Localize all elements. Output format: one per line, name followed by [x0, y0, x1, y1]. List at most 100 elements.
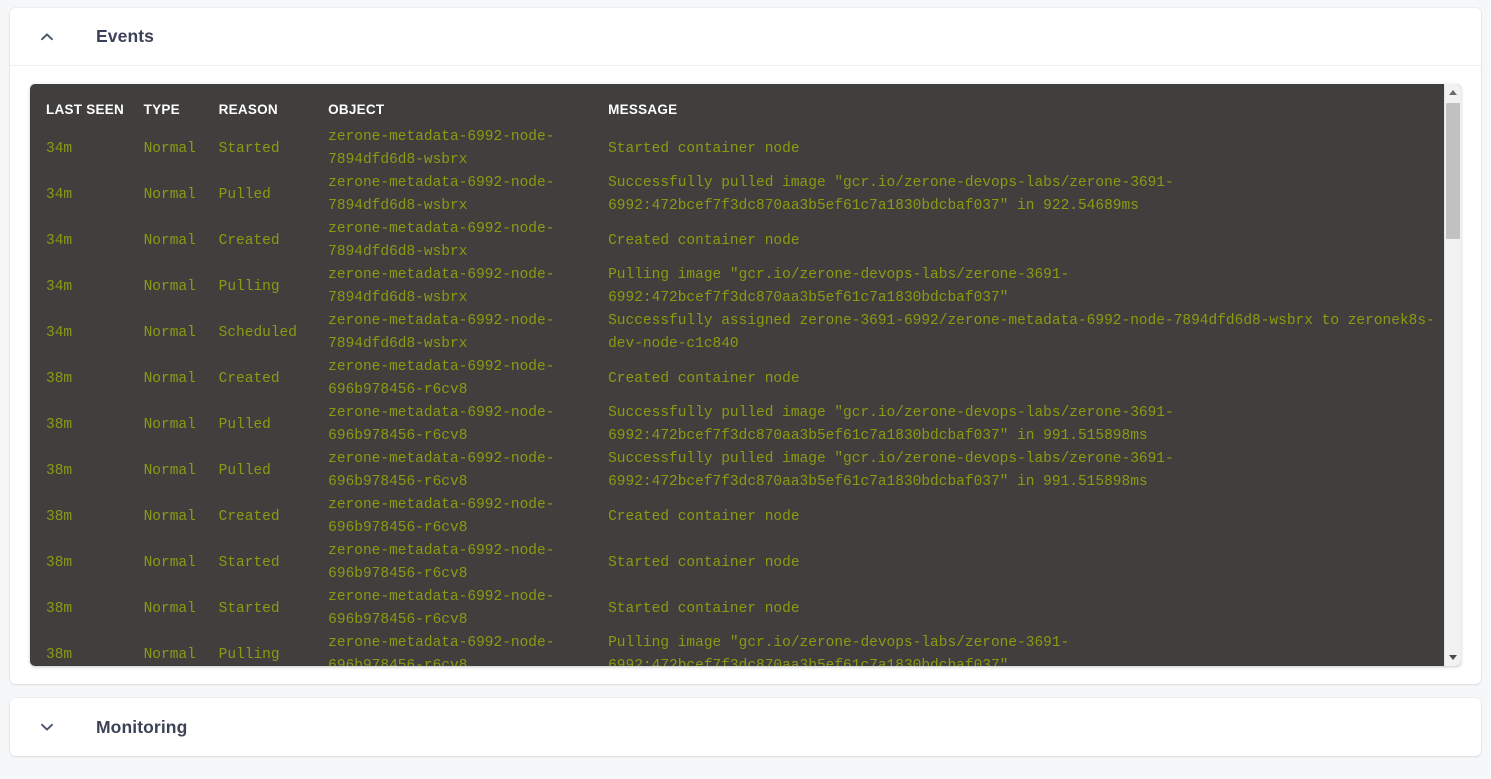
cell-object: zerone-metadata-6992-node-696b978456-r6c…: [328, 540, 608, 586]
cell-reason-text: Pulled: [218, 462, 271, 479]
cell-last-seen: 38m: [30, 494, 144, 540]
events-header-row: LAST SEEN TYPE REASON OBJECT MESSAGE: [30, 84, 1450, 126]
scroll-down-arrow-glyph: [1449, 655, 1457, 660]
cell-last-seen-text: 34m: [46, 324, 73, 341]
cell-reason: Started: [219, 586, 329, 632]
cell-type-text: Normal: [143, 186, 196, 203]
cell-type: Normal: [144, 172, 219, 218]
cell-type-text: Normal: [143, 462, 196, 479]
cell-last-seen: 38m: [30, 448, 144, 494]
cell-object-text: zerone-metadata-6992-node-696b978456-r6c…: [328, 543, 555, 582]
cell-object: zerone-metadata-6992-node-696b978456-r6c…: [328, 632, 608, 666]
table-row[interactable]: 34m Normal Pulling zerone-metadata-6992-nod…: [30, 264, 1450, 310]
column-header-message: MESSAGE: [608, 102, 678, 117]
cell-type: Normal: [144, 310, 219, 356]
cell-message: Created container node: [608, 218, 1450, 264]
cell-type: Normal: [144, 448, 219, 494]
cell-object-text: zerone-metadata-6992-node-696b978456-r6c…: [328, 405, 555, 444]
table-row[interactable]: 38m Normal Pulled zerone-metadata-6992-node…: [30, 448, 1450, 494]
table-row[interactable]: 38m Normal Pulling zerone-metadata-6992-nod…: [30, 632, 1450, 666]
cell-message-text: Started container node: [608, 554, 800, 571]
cell-type-text: Normal: [143, 232, 196, 249]
events-section-body: LAST SEEN TYPE REASON OBJECT MESSAGE 34m…: [10, 66, 1481, 684]
cell-last-seen: 34m: [30, 310, 144, 356]
table-row[interactable]: 34m Normal Scheduled zerone-metadata-6992-n…: [30, 310, 1450, 356]
cell-type: Normal: [144, 540, 219, 586]
cell-reason-text: Started: [218, 140, 280, 157]
events-table: LAST SEEN TYPE REASON OBJECT MESSAGE 34m…: [30, 84, 1450, 666]
cell-reason-text: Pulled: [218, 416, 271, 433]
table-row[interactable]: 38m Normal Pulled zerone-metadata-6992-node…: [30, 402, 1450, 448]
cell-reason-text: Started: [218, 554, 280, 571]
chevron-up-icon[interactable]: [36, 26, 58, 48]
cell-type-text: Normal: [143, 370, 196, 387]
scroll-up-arrow-glyph: [1449, 90, 1457, 95]
table-row[interactable]: 34m Normal Started zerone-metadata-6992-nod…: [30, 126, 1450, 172]
cell-object: zerone-metadata-6992-node-7894dfd6d8-wsb…: [328, 264, 608, 310]
cell-type-text: Normal: [143, 646, 196, 663]
scroll-up-arrow-icon[interactable]: [1445, 84, 1461, 101]
events-terminal-panel: LAST SEEN TYPE REASON OBJECT MESSAGE 34m…: [30, 84, 1461, 666]
cell-last-seen-text: 34m: [46, 278, 73, 295]
cell-type: Normal: [144, 264, 219, 310]
cell-type-text: Normal: [143, 324, 196, 341]
cell-message-text: Successfully pulled image "gcr.io/zerone…: [608, 405, 1174, 444]
cell-last-seen-text: 38m: [46, 554, 73, 571]
cell-reason: Pulled: [219, 402, 329, 448]
chevron-down-icon[interactable]: [36, 716, 58, 738]
cell-reason: Created: [219, 356, 329, 402]
column-header-reason: REASON: [218, 102, 278, 117]
cell-object: zerone-metadata-6992-node-696b978456-r6c…: [328, 402, 608, 448]
cell-message: Successfully pulled image "gcr.io/zerone…: [608, 172, 1450, 218]
cell-reason-text: Created: [218, 508, 280, 525]
cell-object: zerone-metadata-6992-node-7894dfd6d8-wsb…: [328, 172, 608, 218]
cell-object: zerone-metadata-6992-node-696b978456-r6c…: [328, 494, 608, 540]
cell-reason-text: Scheduled: [218, 324, 297, 341]
cell-object: zerone-metadata-6992-node-696b978456-r6c…: [328, 356, 608, 402]
monitoring-section-header[interactable]: Monitoring: [10, 698, 1481, 756]
monitoring-section-card: Monitoring: [10, 698, 1481, 756]
scroll-down-arrow-icon[interactable]: [1445, 649, 1461, 666]
cell-type-text: Normal: [143, 554, 196, 571]
cell-last-seen: 34m: [30, 172, 144, 218]
cell-message-text: Pulling image "gcr.io/zerone-devops-labs…: [608, 267, 1070, 306]
cell-reason-text: Created: [218, 232, 280, 249]
page-root: Events LAST SEEN TYPE REASON OBJECT MESS…: [0, 0, 1491, 779]
cell-message-text: Successfully pulled image "gcr.io/zerone…: [608, 175, 1174, 214]
cell-reason: Created: [219, 494, 329, 540]
cell-object-text: zerone-metadata-6992-node-7894dfd6d8-wsb…: [328, 175, 555, 214]
cell-message: Started container node: [608, 540, 1450, 586]
cell-last-seen: 38m: [30, 402, 144, 448]
cell-last-seen: 38m: [30, 540, 144, 586]
events-table-head: LAST SEEN TYPE REASON OBJECT MESSAGE: [30, 84, 1450, 126]
cell-reason-text: Pulling: [218, 646, 280, 663]
cell-type-text: Normal: [143, 508, 196, 525]
table-row[interactable]: 38m Normal Started zerone-metadata-6992-nod…: [30, 540, 1450, 586]
table-row[interactable]: 38m Normal Created zerone-metadata-6992-nod…: [30, 356, 1450, 402]
cell-type: Normal: [144, 126, 219, 172]
table-row[interactable]: 38m Normal Created zerone-metadata-6992-nod…: [30, 494, 1450, 540]
cell-type-text: Normal: [143, 416, 196, 433]
events-section-header[interactable]: Events: [10, 8, 1481, 66]
cell-message-text: Started container node: [608, 600, 800, 617]
cell-last-seen-text: 38m: [46, 646, 73, 663]
scrollbar-thumb[interactable]: [1446, 103, 1460, 239]
column-header-type: TYPE: [143, 102, 180, 117]
events-scroll-viewport[interactable]: LAST SEEN TYPE REASON OBJECT MESSAGE 34m…: [30, 84, 1461, 666]
events-table-body: 34m Normal Started zerone-metadata-6992-nod…: [30, 126, 1450, 666]
cell-reason: Pulling: [219, 264, 329, 310]
cell-message: Created container node: [608, 494, 1450, 540]
events-vertical-scrollbar[interactable]: [1444, 84, 1461, 666]
cell-last-seen: 38m: [30, 586, 144, 632]
cell-object: zerone-metadata-6992-node-7894dfd6d8-wsb…: [328, 218, 608, 264]
table-row[interactable]: 34m Normal Pulled zerone-metadata-6992-node…: [30, 172, 1450, 218]
cell-message: Pulling image "gcr.io/zerone-devops-labs…: [608, 632, 1450, 666]
cell-object-text: zerone-metadata-6992-node-7894dfd6d8-wsb…: [328, 129, 555, 168]
cell-object-text: zerone-metadata-6992-node-696b978456-r6c…: [328, 359, 555, 398]
cell-message-text: Started container node: [608, 140, 800, 157]
cell-message-text: Pulling image "gcr.io/zerone-devops-labs…: [608, 635, 1070, 666]
table-row[interactable]: 38m Normal Started zerone-metadata-6992-nod…: [30, 586, 1450, 632]
cell-message: Started container node: [608, 126, 1450, 172]
table-row[interactable]: 34m Normal Created zerone-metadata-6992-nod…: [30, 218, 1450, 264]
cell-last-seen-text: 38m: [46, 370, 73, 387]
